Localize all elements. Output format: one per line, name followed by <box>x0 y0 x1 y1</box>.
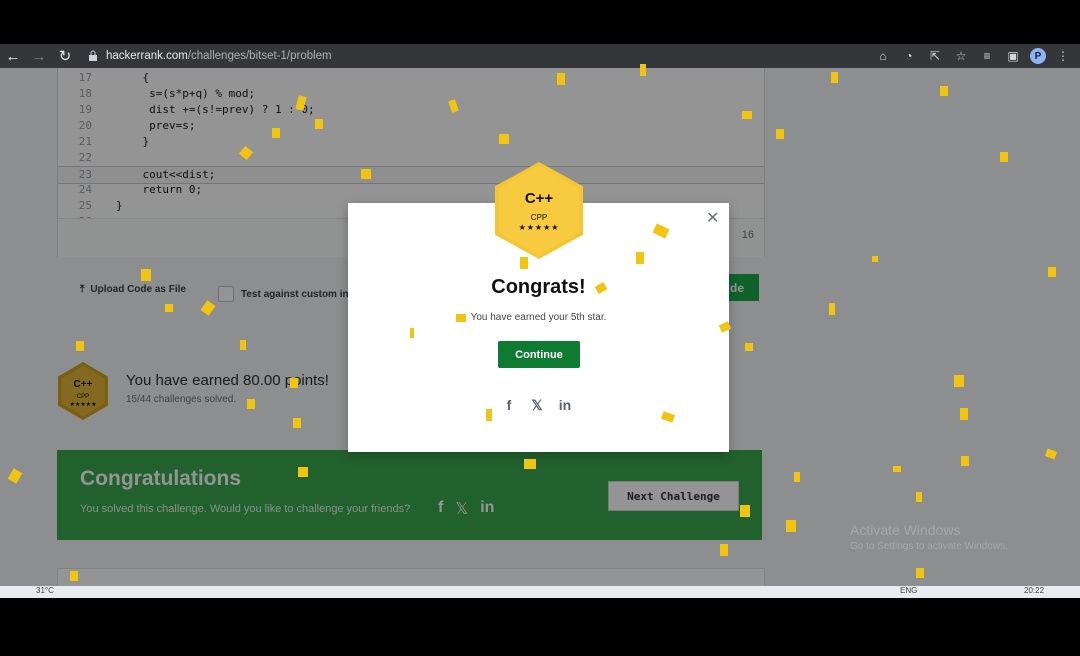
confetti-piece <box>961 456 969 466</box>
confetti-piece <box>829 303 835 315</box>
confetti-piece <box>290 378 298 388</box>
confetti-piece <box>940 86 948 96</box>
confetti-piece <box>954 375 964 387</box>
media-icon[interactable]: ≡ <box>978 47 996 65</box>
browser-toolbar: ← → ↻ hackerrank.com /challenges/bitset-… <box>0 44 1080 68</box>
translate-icon[interactable]: ⌂ <box>874 47 892 65</box>
confetti-piece <box>776 129 784 139</box>
lock-icon <box>89 50 97 61</box>
confetti-piece <box>745 343 753 351</box>
confetti-piece <box>916 568 924 578</box>
reload-icon[interactable]: ↻ <box>52 44 78 68</box>
modal-title: Congrats! <box>491 276 586 298</box>
confetti-piece <box>557 73 565 85</box>
url-path: /challenges/bitset-1/problem <box>187 50 332 62</box>
browser-tools: ⌂ ◔ ⇱ ☆ ≡ ▣ P ⋮ <box>874 44 1072 68</box>
watermark-subtitle: Go to Settings to activate Windows. <box>850 541 1008 552</box>
confetti-piece <box>456 314 466 322</box>
taskbar-language: ENG <box>900 586 918 595</box>
profile-avatar[interactable]: P <box>1030 48 1046 64</box>
black-top-bar <box>0 0 1080 44</box>
confetti-piece <box>960 408 968 420</box>
menu-icon[interactable]: ⋮ <box>1054 47 1072 65</box>
badge-code: C++ <box>524 190 554 207</box>
taskbar-weather: 31°C <box>36 586 54 595</box>
badge-label: CPP <box>530 213 548 222</box>
badge-stars: ★★★★★ <box>518 223 560 232</box>
share-icon[interactable]: ⇱ <box>926 47 944 65</box>
star-icon[interactable]: ☆ <box>952 47 970 65</box>
address-bar[interactable]: hackerrank.com /challenges/bitset-1/prob… <box>88 47 332 65</box>
close-icon[interactable]: ✕ <box>706 208 719 228</box>
back-icon[interactable]: ← <box>0 44 26 68</box>
confetti-piece <box>740 505 750 517</box>
confetti-piece <box>141 269 151 281</box>
confetti-piece <box>165 304 173 312</box>
confetti-piece <box>272 128 280 138</box>
modal-subtitle: You have earned your 5th star. <box>470 312 607 323</box>
linkedin-icon[interactable]: in <box>557 397 573 413</box>
confetti-piece <box>361 169 371 179</box>
confetti-piece <box>486 409 492 421</box>
confetti-piece <box>893 466 901 472</box>
confetti-piece <box>298 467 308 477</box>
confetti-piece <box>240 340 246 350</box>
facebook-icon[interactable]: f <box>501 397 517 413</box>
confetti-piece <box>315 119 323 129</box>
confetti-piece <box>636 252 644 264</box>
sidebar-icon[interactable]: ▣ <box>1004 47 1022 65</box>
continue-button[interactable]: Continue <box>498 341 580 368</box>
confetti-piece <box>247 399 255 409</box>
confetti-piece <box>76 341 84 351</box>
black-bottom-bar <box>0 598 1080 656</box>
activate-windows-watermark: Activate Windows Go to Settings to activ… <box>850 522 1008 552</box>
confetti-piece <box>794 472 800 482</box>
confetti-piece <box>872 256 878 262</box>
confetti-piece <box>640 64 646 76</box>
confetti-piece <box>831 72 838 83</box>
watermark-title: Activate Windows <box>850 522 961 538</box>
twitter-icon[interactable]: 𝕏 <box>529 397 545 413</box>
confetti-piece <box>520 257 528 269</box>
confetti-piece <box>1000 152 1008 162</box>
modal-share-icons: f 𝕏 in <box>501 397 573 414</box>
confetti-piece <box>70 571 78 581</box>
taskbar-time: 20:22 <box>1024 586 1045 595</box>
confetti-piece <box>1048 267 1056 277</box>
confetti-piece <box>293 418 301 428</box>
confetti-piece <box>410 328 414 338</box>
confetti-piece <box>786 520 796 532</box>
confetti-piece <box>916 492 922 502</box>
url-host: hackerrank.com <box>106 50 188 62</box>
windows-taskbar: 31°C ENG 20:22 <box>0 586 1080 598</box>
confetti-piece <box>720 544 728 556</box>
confetti-piece <box>499 134 509 144</box>
confetti-piece <box>524 459 536 469</box>
eye-off-icon[interactable]: ◔ <box>900 47 918 65</box>
confetti-piece <box>742 111 752 119</box>
forward-icon[interactable]: → <box>26 44 52 68</box>
